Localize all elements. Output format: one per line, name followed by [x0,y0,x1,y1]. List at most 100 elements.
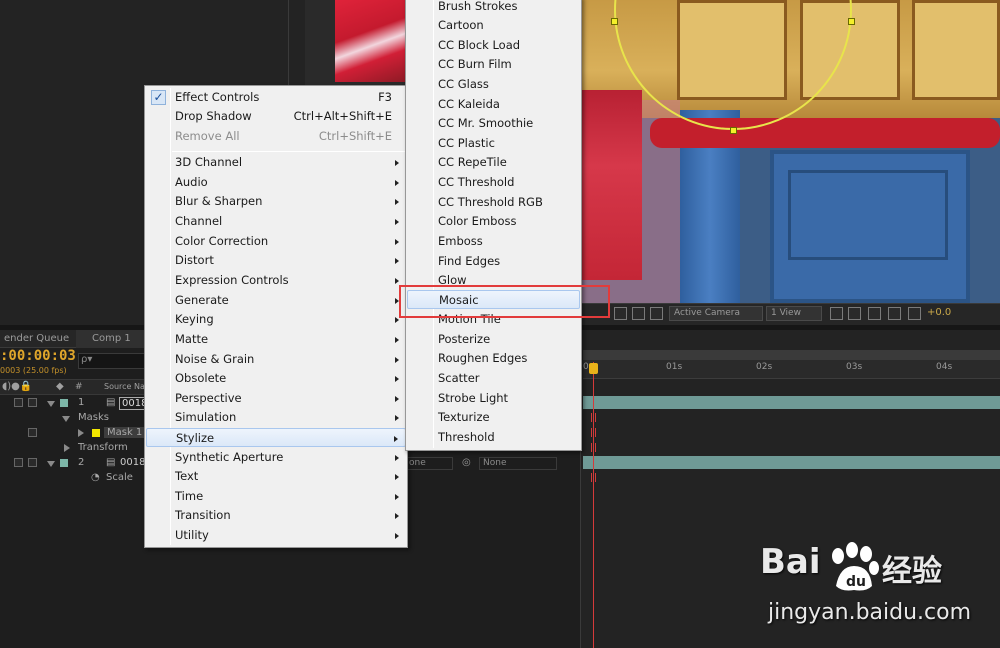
menu-item-cc-kaleida[interactable]: CC Kaleida [407,95,580,114]
timeline-icon[interactable] [868,307,881,320]
menu-item-cc-burn-film[interactable]: CC Burn Film [407,55,580,74]
menu-item-blur-sharpen[interactable]: Blur & Sharpen [146,192,406,211]
mask-name[interactable]: Mask 1 [104,427,146,438]
dropdown-arrow-icon[interactable] [614,307,627,320]
menu-item-brush-strokes[interactable]: Brush Strokes [407,0,580,16]
submenu-arrow-icon [395,160,399,166]
tab-comp-1[interactable]: Comp 1 [76,330,146,348]
menu-item-generate[interactable]: Generate [146,291,406,310]
menu-item-simulation[interactable]: Simulation [146,408,406,427]
menu-item-perspective[interactable]: Perspective [146,389,406,408]
menu-item-channel[interactable]: Channel [146,212,406,231]
mask-vertex-handle[interactable] [730,127,737,134]
menu-item-cartoon[interactable]: Cartoon [407,16,580,35]
expand-arrow-icon[interactable] [78,429,84,437]
label-color[interactable] [60,399,68,407]
expand-arrow-icon[interactable] [64,444,70,452]
parent-pickwhip-icon[interactable]: ◎ [462,457,471,468]
camera-select[interactable]: Active Camera [669,306,763,321]
toggle-pixel-aspect-icon[interactable] [830,307,843,320]
tab-render-queue[interactable]: ender Queue [0,330,73,348]
playhead-line[interactable] [593,362,594,648]
menu-item-roughen-edges[interactable]: Roughen Edges [407,349,580,368]
playhead-handle[interactable] [589,363,598,374]
region-of-interest-icon[interactable] [632,307,645,320]
work-area-bar[interactable] [583,350,1000,360]
menu-item-label: Matte [175,332,209,346]
track-matte-select[interactable]: one [405,457,453,470]
menu-item-obsolete[interactable]: Obsolete [146,369,406,388]
current-timecode[interactable]: :00:00:03 [0,348,76,364]
source-name-header[interactable]: Source Na [104,382,145,391]
menu-item-matte[interactable]: Matte [146,330,406,349]
solo-switch[interactable] [14,458,23,467]
lock-switch[interactable] [28,458,37,467]
menu-item-drop-shadow[interactable]: Drop Shadow Ctrl+Alt+Shift+E [146,107,406,126]
menu-item-synthetic-aperture[interactable]: Synthetic Aperture [146,448,406,467]
menu-item-texturize[interactable]: Texturize [407,408,580,427]
menu-item-audio[interactable]: Audio [146,173,406,192]
view-layout-select[interactable]: 1 View [766,306,822,321]
menu-item-cc-block-load[interactable]: CC Block Load [407,36,580,55]
menu-item-color-emboss[interactable]: Color Emboss [407,212,580,231]
ruler-label: 01s [666,362,683,372]
menu-item-cc-threshold[interactable]: CC Threshold [407,173,580,192]
menu-item-threshold[interactable]: Threshold [407,428,580,447]
menu-item-text[interactable]: Text [146,467,406,486]
menu-item-color-correction[interactable]: Color Correction [146,232,406,251]
menu-item-strobe-light[interactable]: Strobe Light [407,389,580,408]
menu-item-label: Transition [175,508,231,522]
footage-file-icon: ▤ [106,457,116,468]
expand-arrow-icon[interactable] [62,416,70,422]
menu-item-time[interactable]: Time [146,487,406,506]
menu-item-cc-repetile[interactable]: CC RepeTile [407,153,580,172]
menu-item-distort[interactable]: Distort [146,251,406,270]
mask-vertex-handle[interactable] [848,18,855,25]
layer-bar-1[interactable] [583,396,1000,409]
menu-item-cc-glass[interactable]: CC Glass [407,75,580,94]
menu-item-transition[interactable]: Transition [146,506,406,525]
expand-arrow-icon[interactable] [47,401,55,407]
menu-item-label: Cartoon [438,18,484,32]
mask-vertex-handle[interactable] [611,18,618,25]
solo-switch[interactable] [14,398,23,407]
menu-item-label: CC Threshold RGB [438,195,543,209]
timeline-search-input[interactable]: ρ▾ [78,353,148,369]
menu-item-cc-mr-smoothie[interactable]: CC Mr. Smoothie [407,114,580,133]
menu-item-label: Synthetic Aperture [175,450,284,464]
submenu-arrow-icon [395,376,399,382]
menu-item-label: Generate [175,293,229,307]
menu-item-posterize[interactable]: Posterize [407,330,580,349]
menu-item-label: CC Block Load [438,38,521,52]
fast-previews-icon[interactable] [848,307,861,320]
menu-item-stylize[interactable]: Stylize [146,428,406,447]
menu-item-label: Time [175,489,204,503]
menu-item-cc-plastic[interactable]: CC Plastic [407,134,580,153]
exposure-value[interactable]: +0.0 [927,307,951,318]
menu-item-cc-threshold-rgb[interactable]: CC Threshold RGB [407,193,580,212]
menu-item-expression-controls[interactable]: Expression Controls [146,271,406,290]
layer-bar-2[interactable] [583,456,1000,469]
menu-item-utility[interactable]: Utility [146,526,406,545]
lock-switch[interactable] [28,428,37,437]
transparency-grid-icon[interactable] [650,307,663,320]
expand-arrow-icon[interactable] [47,461,55,467]
menu-item-scatter[interactable]: Scatter [407,369,580,388]
menu-item-find-edges[interactable]: Find Edges [407,252,580,271]
menu-item-noise-grain[interactable]: Noise & Grain [146,350,406,369]
menu-item-label: CC RepeTile [438,155,507,169]
menu-item-label: Distort [175,253,214,267]
lock-switch[interactable] [28,398,37,407]
exposure-icon[interactable] [908,307,921,320]
flowchart-icon[interactable] [888,307,901,320]
menu-item-effect-controls[interactable]: ✓ Effect Controls F3 [146,88,406,107]
menu-item-label: CC Burn Film [438,57,512,71]
menu-item-3d-channel[interactable]: 3D Channel [146,153,406,172]
parent-select[interactable]: None [479,457,557,470]
label-color[interactable] [60,459,68,467]
layer-name[interactable]: 0018 [120,457,145,468]
menu-item-emboss[interactable]: Emboss [407,232,580,251]
stopwatch-icon[interactable]: ◔ [91,472,100,483]
menu-item-keying[interactable]: Keying [146,310,406,329]
mask-color[interactable] [92,429,100,437]
